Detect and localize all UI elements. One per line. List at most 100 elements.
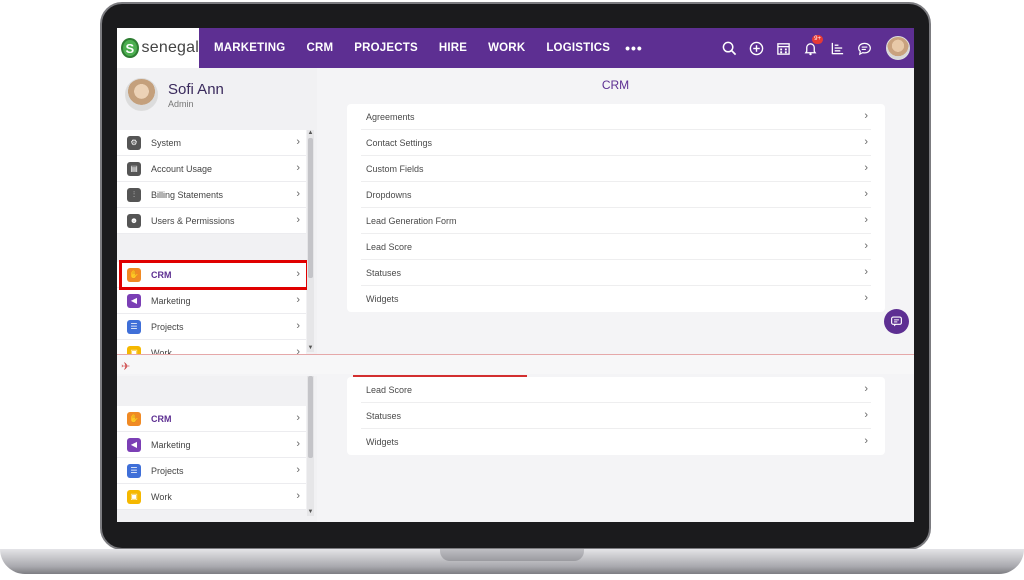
nav-projects[interactable]: PROJECTS	[354, 42, 418, 54]
list-item-label: Agreements	[366, 111, 415, 122]
list-item-label: Lead Score	[366, 241, 413, 252]
sidebar-item-projects[interactable]: ☰ Projects ›	[117, 458, 306, 484]
nav-hire[interactable]: HIRE	[439, 42, 467, 54]
handshake-icon: ✋	[127, 411, 141, 426]
nav-crm[interactable]: CRM	[306, 42, 333, 54]
avatar	[125, 78, 158, 111]
crm-settings-list: Agreements › Contact Settings › Custom Fie…	[347, 104, 885, 312]
list-item-label: Statuses	[366, 410, 402, 421]
main-menu: MARKETING CRM PROJECTS HIRE WORK LOGISTI…	[214, 40, 643, 56]
list-item-dropdowns[interactable]: Dropdowns ›	[361, 182, 871, 208]
chevron-right-icon: ›	[864, 383, 868, 395]
list-item-custom-fields[interactable]: Custom Fields ›	[361, 156, 871, 182]
scroll-down-icon[interactable]: ▼	[307, 345, 314, 352]
chevron-right-icon: ›	[864, 188, 868, 200]
sidebar-item-marketing[interactable]: ◀ Marketing ›	[117, 432, 306, 458]
sidebar-item-users-permissions[interactable]: ☻ Users & Permissions ›	[117, 208, 306, 234]
list-item-lead-generation-form[interactable]: Lead Generation Form ›	[361, 208, 871, 234]
list-icon: ☰	[127, 319, 141, 334]
chevron-right-icon: ›	[864, 110, 868, 122]
sidebar-scrollbar[interactable]: ▲ ▼	[307, 130, 314, 352]
laptop-notch	[440, 549, 584, 561]
sidebar-item-work[interactable]: ▣ Work ›	[117, 340, 306, 354]
tear-divider	[117, 354, 914, 355]
list-item-label: Widgets	[366, 437, 399, 447]
profile-role: Admin	[168, 98, 194, 109]
list-item-label: Lead Generation Form	[366, 215, 457, 226]
crm-highlight-box	[119, 260, 309, 290]
crm-settings-list-lower: Lead Score › Statuses › Widgets ›	[347, 377, 885, 455]
chevron-right-icon: ›	[864, 409, 868, 421]
add-circle-icon[interactable]	[743, 28, 770, 68]
list-item-statuses[interactable]: Statuses ›	[361, 403, 871, 429]
more-menu-icon[interactable]: •••	[625, 40, 643, 56]
sidebar-item-projects[interactable]: ☰ Projects ›	[117, 314, 306, 340]
chevron-right-icon: ›	[296, 136, 300, 148]
sidebar-item-label: Projects	[151, 321, 184, 332]
page-title: CRM	[601, 78, 630, 92]
logo-mark-icon: S	[121, 38, 139, 58]
sidebar-item-work[interactable]: ▣ Work ›	[117, 484, 306, 510]
bell-icon[interactable]: 9+	[797, 28, 824, 68]
scroll-thumb[interactable]	[308, 376, 313, 458]
megaphone-icon: ◀	[127, 437, 141, 452]
chevron-right-icon: ›	[296, 162, 300, 174]
calendar-icon[interactable]	[770, 28, 797, 68]
chevron-right-icon: ›	[864, 214, 868, 226]
list-item-widgets[interactable]: Widgets ›	[361, 429, 871, 455]
list-item-label: Lead Score	[366, 384, 413, 395]
list-icon: ☰	[127, 463, 141, 478]
list-item-statuses[interactable]: Statuses ›	[361, 260, 871, 286]
sidebar-item-crm[interactable]: ✋ CRM ›	[117, 406, 306, 432]
chevron-right-icon: ›	[864, 292, 868, 304]
list-item-contact-settings[interactable]: Contact Settings ›	[361, 130, 871, 156]
app-logo[interactable]: S senegal	[117, 28, 199, 68]
sidebar-item-system[interactable]: ⚙ System ›	[117, 130, 306, 156]
scroll-up-icon[interactable]: ▲	[307, 130, 314, 137]
list-item-lead-score[interactable]: Lead Score ›	[361, 234, 871, 260]
sidebar-item-label: Marketing	[151, 295, 191, 306]
gear-icon: ⚙	[127, 135, 141, 150]
user-avatar[interactable]	[886, 36, 910, 60]
chart-icon[interactable]	[824, 28, 851, 68]
list-item-agreements[interactable]: Agreements ›	[361, 104, 871, 130]
chevron-right-icon: ›	[296, 188, 300, 200]
chat-support-button[interactable]	[884, 309, 909, 334]
chevron-right-icon: ›	[296, 412, 300, 424]
sidebar-item-label: Account Usage	[151, 163, 213, 174]
list-item-label: Widgets	[366, 294, 399, 304]
sidebar-item-account-usage[interactable]: ▤ Account Usage ›	[117, 156, 306, 182]
list-item-label: Dropdowns	[366, 189, 412, 200]
list-item-label: Contact Settings	[366, 137, 433, 148]
sidebar-scrollbar-lower[interactable]: ▼	[307, 376, 314, 516]
sidebar-item-billing-statements[interactable]: ⫶ Billing Statements ›	[117, 182, 306, 208]
chevron-right-icon: ›	[296, 490, 300, 502]
nav-logistics[interactable]: LOGISTICS	[546, 42, 610, 54]
logo-text: senegal	[141, 39, 199, 56]
list-item-lead-score[interactable]: Lead Score ›	[361, 377, 871, 403]
screen: S senegal MARKETING CRM PROJECTS HIRE WO…	[117, 28, 914, 522]
profile-block: Sofi Ann Admin	[125, 78, 224, 111]
sidebar-item-label: Projects	[151, 465, 184, 476]
chevron-right-icon: ›	[864, 240, 868, 252]
chevron-right-icon: ›	[296, 320, 300, 332]
chat-icon[interactable]	[851, 28, 878, 68]
sidebar-item-label: Work	[151, 491, 172, 502]
sidebar-item-label: Billing Statements	[151, 189, 224, 200]
chevron-right-icon: ›	[296, 438, 300, 450]
briefcase-icon: ▣	[127, 345, 141, 354]
nav-marketing[interactable]: MARKETING	[214, 42, 285, 54]
sidebar-item-marketing[interactable]: ◀ Marketing ›	[117, 288, 306, 314]
nav-work[interactable]: WORK	[488, 42, 525, 54]
scroll-down-icon[interactable]: ▼	[307, 509, 314, 516]
scroll-thumb[interactable]	[308, 138, 313, 278]
users-icon: ☻	[127, 213, 141, 228]
settings-sidebar-lower: ✋ CRM › ◀ Marketing › ☰ Projects › ▣ Wor…	[117, 376, 317, 522]
sliders-icon: ⫶	[127, 187, 141, 202]
laptop-frame: S senegal MARKETING CRM PROJECTS HIRE WO…	[0, 0, 1024, 580]
list-item-widgets[interactable]: Widgets ›	[361, 286, 871, 312]
notification-badge: 9+	[812, 35, 823, 44]
search-icon[interactable]	[716, 28, 743, 68]
megaphone-icon: ◀	[127, 293, 141, 308]
nav-icon-group: 9+	[716, 28, 910, 68]
